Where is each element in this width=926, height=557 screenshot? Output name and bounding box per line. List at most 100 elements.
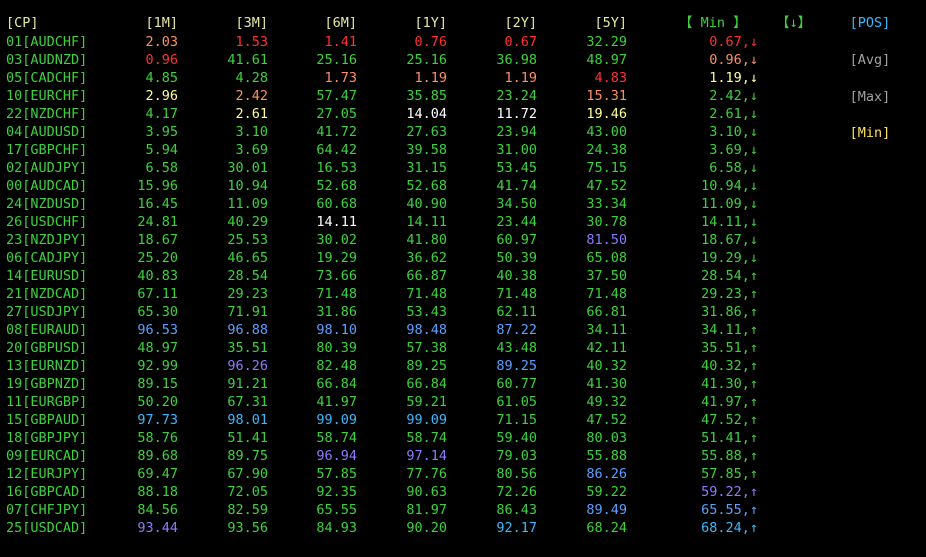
value-5y: 89.49 [586, 502, 627, 518]
value-6m: 58.74 [316, 430, 357, 446]
avg-button[interactable]: [Avg] [820, 51, 920, 69]
table-row: 12[EURJPY] 69.47 67.90 57.85 77.76 80.56 86.26… [0, 465, 820, 483]
value-5y: 33.34 [586, 196, 627, 212]
min-value: 2.61,↓ [709, 106, 758, 122]
table-row: 04[AUDUSD] 3.95 3.10 41.72 27.63 23.94 43.00 3.… [0, 123, 820, 141]
value-2y: 50.39 [496, 250, 537, 266]
value-1m: 88.18 [137, 484, 178, 500]
value-1m: 18.67 [137, 232, 178, 248]
value-2y: 89.25 [496, 358, 537, 374]
header-sort[interactable]: 【↓】 [776, 14, 811, 32]
value-1y: 14.04 [406, 106, 447, 122]
table-row: 27[USDJPY] 65.30 71.91 31.86 53.43 62.11 66.81… [0, 303, 820, 321]
value-6m: 98.10 [316, 322, 357, 338]
value-6m: 16.53 [316, 160, 357, 176]
value-2y: 72.26 [496, 484, 537, 500]
table-row: 17[GBPCHF] 5.94 3.69 64.42 39.58 31.00 24.38 3.… [0, 141, 820, 159]
value-5y: 34.11 [586, 322, 627, 338]
value-2y: 23.94 [496, 124, 537, 140]
min-value: 55.88,↑ [701, 448, 758, 464]
min-value: 65.55,↑ [701, 502, 758, 518]
value-1y: 77.76 [406, 466, 447, 482]
value-1m: 4.85 [145, 70, 178, 86]
value-3m: 91.21 [227, 376, 268, 392]
min-value: 29.23,↑ [701, 286, 758, 302]
table-row: 16[GBPCAD] 88.18 72.05 92.35 90.63 72.26 59.22… [0, 483, 820, 501]
value-2y: 23.44 [496, 214, 537, 230]
header-6m: [6M] [324, 15, 357, 31]
value-1m: 93.44 [137, 520, 178, 536]
value-5y: 30.78 [586, 214, 627, 230]
value-5y: 47.52 [586, 412, 627, 428]
value-3m: 82.59 [227, 502, 268, 518]
min-value: 10.94,↓ [701, 178, 758, 194]
min-button[interactable]: [Min] [820, 124, 920, 142]
value-5y: 15.31 [586, 88, 627, 104]
value-3m: 89.75 [227, 448, 268, 464]
min-value: 41.97,↑ [701, 394, 758, 410]
min-value: 19.29,↓ [701, 250, 758, 266]
value-5y: 47.52 [586, 178, 627, 194]
table-row: 22[NZDCHF] 4.17 2.61 27.05 14.04 11.72 19.46 2.… [0, 105, 820, 123]
value-2y: 71.15 [496, 412, 537, 428]
min-value: 11.09,↓ [701, 196, 758, 212]
min-value: 59.22,↑ [701, 484, 758, 500]
table-row: 07[CHFJPY] 84.56 82.59 65.55 81.97 86.43 89.49… [0, 501, 820, 519]
pair-label: 16[GBPCAD] [6, 484, 88, 500]
value-5y: 86.26 [586, 466, 627, 482]
value-2y: 71.48 [496, 286, 537, 302]
value-6m: 82.48 [316, 358, 357, 374]
table-row: 13[EURNZD] 92.99 96.26 82.48 89.25 89.25 40.32… [0, 357, 820, 375]
value-2y: 60.97 [496, 232, 537, 248]
value-1m: 6.58 [145, 160, 178, 176]
value-6m: 14.11 [316, 214, 357, 230]
value-5y: 75.15 [586, 160, 627, 176]
pair-label: 25[USDCAD] [6, 520, 88, 536]
value-1m: 2.03 [145, 34, 178, 50]
pair-label: 22[NZDCHF] [6, 106, 88, 122]
value-3m: 25.53 [227, 232, 268, 248]
pair-label: 01[AUDCHF] [6, 34, 88, 50]
pos-button[interactable]: [POS] [820, 14, 920, 32]
value-2y: 40.38 [496, 268, 537, 284]
value-5y: 49.32 [586, 394, 627, 410]
min-value: 57.85,↑ [701, 466, 758, 482]
min-value: 28.54,↑ [701, 268, 758, 284]
value-3m: 4.28 [235, 70, 268, 86]
value-2y: 0.67 [504, 34, 537, 50]
value-1y: 57.38 [406, 340, 447, 356]
pair-label: 27[USDJPY] [6, 304, 88, 320]
min-value: 3.10,↓ [709, 124, 758, 140]
value-6m: 41.97 [316, 394, 357, 410]
value-3m: 2.42 [235, 88, 268, 104]
value-1y: 66.84 [406, 376, 447, 392]
min-value: 18.67,↓ [701, 232, 758, 248]
value-3m: 35.51 [227, 340, 268, 356]
header-5y: [5Y] [594, 15, 627, 31]
header-1m: [1M] [145, 15, 178, 31]
value-1y: 66.87 [406, 268, 447, 284]
min-value: 2.42,↓ [709, 88, 758, 104]
value-5y: 59.22 [586, 484, 627, 500]
value-1y: 99.09 [406, 412, 447, 428]
value-5y: 66.81 [586, 304, 627, 320]
value-1y: 27.63 [406, 124, 447, 140]
value-1m: 84.56 [137, 502, 178, 518]
header-pair: [CP] [6, 15, 39, 31]
table-row: 14[EURUSD] 40.83 28.54 73.66 66.87 40.38 37.50… [0, 267, 820, 285]
pair-label: 07[CHFJPY] [6, 502, 88, 518]
pair-label: 06[CADJPY] [6, 250, 88, 266]
value-5y: 55.88 [586, 448, 627, 464]
value-1m: 97.73 [137, 412, 178, 428]
value-1m: 92.99 [137, 358, 178, 374]
min-value: 35.51,↑ [701, 340, 758, 356]
min-value: 0.96,↓ [709, 52, 758, 68]
value-5y: 48.97 [586, 52, 627, 68]
value-1m: 0.96 [145, 52, 178, 68]
max-button[interactable]: [Max] [820, 88, 920, 106]
value-2y: 62.11 [496, 304, 537, 320]
pair-label: 17[GBPCHF] [6, 142, 88, 158]
value-6m: 84.93 [316, 520, 357, 536]
value-5y: 40.32 [586, 358, 627, 374]
value-2y: 41.74 [496, 178, 537, 194]
